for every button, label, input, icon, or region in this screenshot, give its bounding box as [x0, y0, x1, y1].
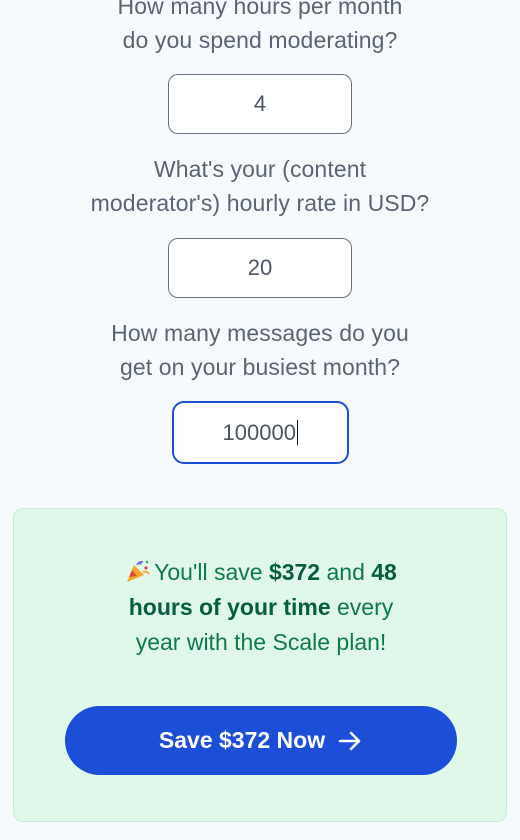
savings-line-3: year with the Scale plan!: [135, 629, 387, 655]
save-now-label: Save $372 Now: [158, 727, 326, 753]
question-line: What's your (content: [153, 156, 367, 182]
question-line: How many hours per month: [117, 0, 403, 19]
hourly-rate-input[interactable]: 20: [168, 238, 352, 298]
question-line: get on your busiest month?: [119, 354, 401, 380]
messages-input[interactable]: 100000: [172, 401, 349, 464]
question-line: How many messages do you: [111, 320, 409, 346]
savings-amount: $372: [268, 559, 321, 585]
savings-prefix: You'll save: [154, 559, 269, 585]
messages-value: 100000: [222, 419, 296, 445]
messages-question: How many messages do you get on your bus…: [0, 316, 520, 384]
question-line: moderator's) hourly rate in USD?: [90, 190, 430, 216]
savings-line-2: hours of your time every: [128, 594, 394, 620]
hours-per-month-question: How many hours per month do you spend mo…: [0, 0, 520, 57]
savings-result-card: You'll save $372 and 48 hours of your ti…: [13, 508, 507, 822]
text-caret: [296, 420, 299, 445]
hourly-rate-question: What's your (content moderator's) hourly…: [0, 152, 520, 220]
savings-message: You'll save $372 and 48 hours of your ti…: [14, 555, 508, 660]
arrow-right-icon: [338, 731, 361, 750]
hourly-rate-value: 20: [247, 255, 273, 280]
hours-input[interactable]: 4: [168, 74, 352, 134]
savings-line-1: You'll save $372 and 48: [14, 555, 508, 590]
hours-value: 4: [253, 91, 267, 116]
save-now-button[interactable]: Save $372 Now: [65, 706, 457, 775]
savings-hours: 48: [371, 559, 397, 585]
savings-middle: and: [320, 559, 372, 585]
party-popper-icon: [127, 560, 150, 582]
question-line: do you spend moderating?: [122, 27, 398, 53]
savings-hours-suffix: hours of your time: [128, 594, 331, 620]
